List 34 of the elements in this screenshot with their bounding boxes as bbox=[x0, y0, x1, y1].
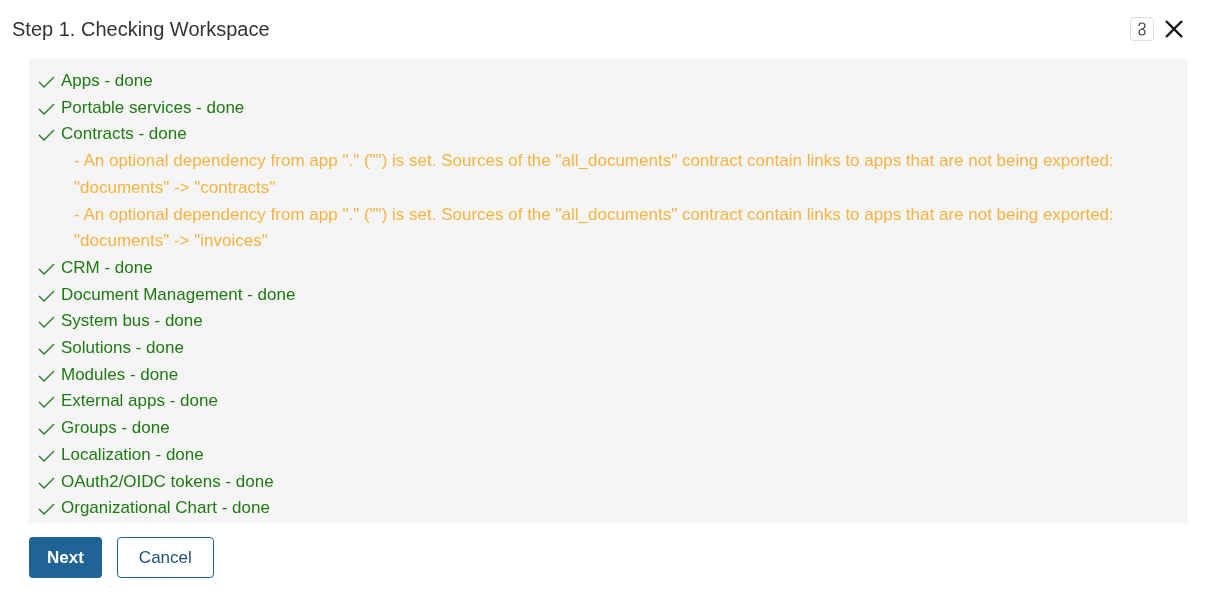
close-icon[interactable] bbox=[1164, 19, 1184, 39]
dialog-title: Step 1. Checking Workspace bbox=[12, 17, 270, 42]
check-icon bbox=[38, 289, 55, 302]
check-icon bbox=[38, 76, 55, 88]
check-icon bbox=[38, 396, 55, 409]
status-text: External apps - done bbox=[61, 390, 218, 413]
status-text: Modules - done bbox=[61, 363, 179, 386]
check-icon bbox=[38, 262, 55, 275]
help-button[interactable] bbox=[1130, 17, 1154, 41]
status-text: Document Management - done bbox=[61, 283, 296, 306]
status-text: Organizational Chart - done bbox=[61, 497, 270, 520]
check-icon bbox=[38, 316, 55, 329]
warning-text: - An optional dependency from app "." ("") is set. Sources of the "all_documents" contract contain links to apps that are not being exported: "documents" -> "invoices" bbox=[73, 203, 1115, 253]
warning-text: - An optional dependency from app "." ("") is set. Sources of the "all_documents" contract contain links to apps that are not being exported: "documents" -> "contracts" bbox=[73, 150, 1115, 199]
status-text: OAuth2/OIDC tokens - done bbox=[61, 470, 274, 493]
check-icon bbox=[38, 129, 55, 142]
status-text: System bus - done bbox=[61, 310, 203, 333]
cancel-button[interactable]: Cancel bbox=[116, 537, 214, 578]
status-text: CRM - done bbox=[61, 256, 153, 279]
check-icon bbox=[38, 503, 55, 516]
check-icon bbox=[38, 476, 55, 489]
status-text: Localization - done bbox=[61, 443, 204, 466]
status-text: Solutions - done bbox=[61, 337, 184, 360]
check-icon bbox=[38, 369, 55, 382]
help-icon bbox=[1137, 22, 1147, 36]
status-text: Portable services - done bbox=[61, 96, 245, 119]
check-icon bbox=[38, 423, 55, 436]
check-icon bbox=[38, 343, 55, 356]
status-text: Groups - done bbox=[61, 417, 170, 440]
status-text: Contracts - done bbox=[61, 123, 187, 146]
next-button[interactable]: Next bbox=[29, 537, 102, 578]
check-icon bbox=[38, 102, 55, 115]
check-icon bbox=[38, 449, 55, 462]
status-text: Apps - done bbox=[61, 70, 153, 92]
